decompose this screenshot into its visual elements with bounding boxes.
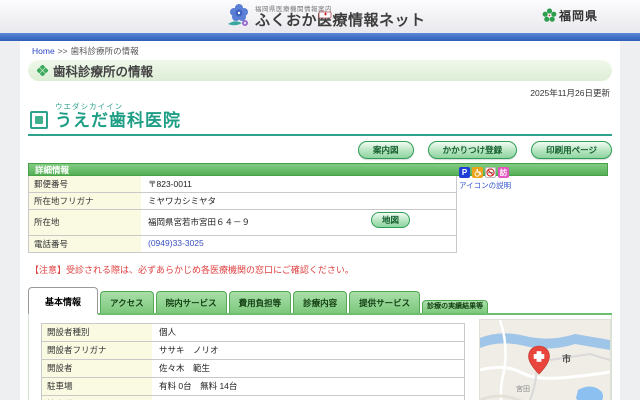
address-value: 福岡県宮若市宮田６４－９ 地図 (141, 210, 456, 235)
row-label: 開設者 (42, 360, 152, 377)
table-row: 診療科目 歯科 矯正歯科 歯科口腔外科 小児歯科 (42, 395, 464, 400)
row-label: 所在地 (29, 210, 141, 235)
logo-texts: 福岡県医療機関情報案内 ふくおか医療情報ネット (255, 3, 426, 29)
parking-icon: P (459, 167, 470, 178)
wheelchair-icon (472, 167, 483, 178)
updated-date: 2025年11月26日更新 (28, 87, 612, 99)
table-row: 駐車場 有料 0台 無料 14台 (42, 377, 464, 395)
table-row: 所在地 福岡県宮若市宮田６４－９ 地図 (29, 209, 456, 235)
row-label: 開設者フリガナ (42, 342, 152, 359)
page-title: 歯科診療所の情報 (53, 61, 153, 80)
table-row: 所在地フリガナ ミヤワカシミヤタ (29, 192, 456, 209)
table-row: 開設者 佐々木 範生 (42, 359, 464, 377)
detail-table: 郵便番号 〒823-0011 所在地フリガナ ミヤワカシミヤタ 所在地 福岡県宮… (28, 176, 457, 253)
map-town-label: 宮田 (516, 384, 530, 394)
tab-treatment-results[interactable]: 診療の実績結果等 (422, 300, 488, 313)
tab-bar: 基本情報 アクセス 院内サービス 費用負担等 診療内容 提供サービス 診療の実績… (28, 287, 612, 315)
table-row: 開設者種別 個人 (42, 323, 464, 341)
pref-flower-icon (542, 8, 557, 23)
tab-in-house-services[interactable]: 院内サービス (156, 291, 227, 313)
home-visit-icon: 訪 (498, 167, 509, 178)
breadcrumb-home-link[interactable]: Home (32, 46, 55, 56)
icon-legend-link[interactable]: アイコンの説明 (459, 180, 511, 191)
clinic-square-icon (30, 111, 48, 129)
row-label: 郵便番号 (29, 176, 141, 192)
founder-furigana-value: ササキ ノリオ (152, 342, 464, 359)
row-label: 開設者種別 (42, 324, 152, 341)
facility-icon-legend: P 訪 アイコンの説明 (459, 167, 511, 191)
fukuoka-pref-logo[interactable]: 福岡県 (542, 7, 598, 24)
breadcrumb-separator: >> (58, 46, 68, 56)
parking-value: 有料 0台 無料 14台 (152, 378, 464, 395)
tab-treatment-content[interactable]: 診療内容 (293, 291, 347, 313)
breadcrumb: Home>>歯科診療所の情報 (28, 45, 612, 57)
action-buttons: 案内図 かかりつけ登録 印刷用ページ (28, 141, 612, 159)
no-smoking-icon (485, 167, 496, 178)
row-label: 電話番号 (29, 236, 141, 252)
departments-cell: 歯科 矯正歯科 歯科口腔外科 小児歯科 (152, 396, 464, 400)
basic-info-table: 開設者種別 個人 開設者フリガナ ササキ ノリオ 開設者 佐々木 範生 駐車場 … (41, 323, 465, 400)
clinic-title-block: ウエダシカイイン うえだ歯科医院 (28, 101, 612, 136)
detail-section-header: 詳細情報 (28, 163, 608, 176)
site-title: ふくおか医療情報ネット (255, 13, 426, 29)
flower-logo-icon (226, 2, 252, 30)
breadcrumb-current: 歯科診療所の情報 (71, 46, 139, 56)
site-header: 福岡県医療機関情報案内 ふくおか医療情報ネット 福岡県 (0, 0, 640, 34)
clover-icon (37, 65, 48, 76)
notice-text: 【注意】受診される際は、必ずあらかじめ各医療機関の窓口にご確認ください。 (28, 263, 612, 276)
main-content: Home>>歯科診療所の情報 歯科診療所の情報 2025年11月26日更新 ウエ… (20, 41, 620, 400)
page: 福岡県医療機関情報案内 ふくおか医療情報ネット 福岡県 Home>>歯科診療所の… (0, 0, 640, 400)
tab-cost[interactable]: 費用負担等 (229, 291, 292, 313)
founder-name-value: 佐々木 範生 (152, 360, 464, 377)
map-city-label: 市 (562, 352, 571, 365)
founder-type-value: 個人 (152, 324, 464, 341)
tab-provided-services[interactable]: 提供サービス (349, 291, 420, 313)
postal-code-value: 〒823-0011 (141, 176, 456, 192)
ambulance-icon (318, 11, 333, 21)
row-label: 駐車場 (42, 378, 152, 395)
header-accent-bar (0, 33, 640, 41)
tab-basic-info[interactable]: 基本情報 (28, 287, 98, 315)
map-button[interactable]: 地図 (371, 212, 410, 228)
row-label: 診療科目 (42, 396, 152, 400)
phone-number-value[interactable]: (0949)33-3025 (141, 236, 456, 252)
table-row: 開設者フリガナ ササキ ノリオ (42, 341, 464, 359)
google-map[interactable]: 市 宮田 Google Map data ©2025 (479, 319, 611, 400)
row-label: 所在地フリガナ (29, 193, 141, 209)
guide-map-button[interactable]: 案内図 (358, 141, 414, 159)
print-page-button[interactable]: 印刷用ページ (531, 141, 612, 159)
basic-info-panel: 開設者種別 個人 開設者フリガナ ササキ ノリオ 開設者 佐々木 範生 駐車場 … (28, 315, 612, 400)
page-title-banner: 歯科診療所の情報 (28, 60, 612, 81)
address-furigana-value: ミヤワカシミヤタ (141, 193, 456, 209)
map-graphic (480, 320, 610, 400)
table-row: 郵便番号 〒823-0011 (29, 176, 456, 192)
tab-access[interactable]: アクセス (100, 291, 154, 313)
family-doctor-register-button[interactable]: かかりつけ登録 (428, 141, 518, 159)
clinic-name: うえだ歯科医院 (55, 112, 181, 131)
pref-name: 福岡県 (559, 7, 598, 24)
table-row: 電話番号 (0949)33-3025 (29, 235, 456, 252)
